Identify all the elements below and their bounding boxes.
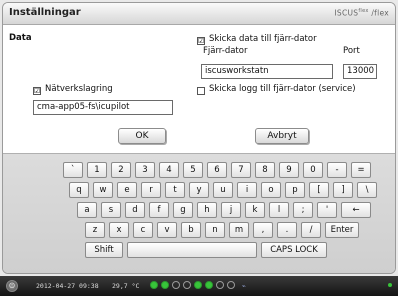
key-row3-7[interactable]: k (245, 202, 265, 218)
key-row1-9[interactable]: 9 (279, 162, 299, 178)
key-row4-7[interactable]: , (253, 222, 273, 238)
datetime-display: 2012-04-27 09:38 (36, 282, 99, 290)
caps-lock-key[interactable]: CAPS LOCK (261, 242, 327, 258)
key-row2-1[interactable]: w (93, 182, 113, 198)
key-row3-2[interactable]: d (125, 202, 145, 218)
ok-button[interactable]: OK (118, 128, 166, 144)
key-row1-1[interactable]: 1 (87, 162, 107, 178)
key-row1-3[interactable]: 3 (135, 162, 155, 178)
key-row1-6[interactable]: 6 (207, 162, 227, 178)
power-icon[interactable]: ⏻ (6, 280, 18, 292)
remote-computer-label: Fjärr-dator (203, 46, 248, 56)
enter-key[interactable]: Enter (325, 222, 359, 238)
status-dot (172, 281, 180, 289)
key-row3-0[interactable]: a (77, 202, 97, 218)
key-row4-2[interactable]: c (133, 222, 153, 238)
keyboard-row-4: z x c v b n m,. / Enter (85, 222, 363, 238)
key-row4-6[interactable]: m (229, 222, 249, 238)
settings-content: Data ☑ Skicka data till fjärr-dator Fjär… (3, 25, 395, 153)
key-row3-9[interactable]: ; (293, 202, 313, 218)
keyboard-row-1: ` 1 2 3 4 5 6 7 8 9 0- = (63, 162, 375, 178)
key-row3-6[interactable]: j (221, 202, 241, 218)
key-row3-4[interactable]: g (173, 202, 193, 218)
keyboard-row-3: a s d f g h j k l; ' ← (77, 202, 375, 218)
brand-logo: ISCUSflex /flex (334, 8, 389, 18)
status-dot (227, 281, 235, 289)
network-storage-label: Nätverkslagring (45, 84, 113, 94)
status-dot (150, 281, 158, 289)
key-row1-0[interactable]: ` (63, 162, 83, 178)
keyboard-row-2: q w e r t y u i o p[] \ (69, 182, 381, 198)
key-row1-4[interactable]: 4 (159, 162, 179, 178)
status-dot (205, 281, 213, 289)
key-row3-1[interactable]: s (101, 202, 121, 218)
key-row2-11[interactable]: ] (333, 182, 353, 198)
backspace-key[interactable]: ← (341, 202, 371, 218)
key-row1-12[interactable]: = (351, 162, 371, 178)
key-row2-5[interactable]: y (189, 182, 209, 198)
keyboard-row-5: Shift CAPS LOCK (85, 242, 331, 258)
key-row1-7[interactable]: 7 (231, 162, 251, 178)
key-row2-6[interactable]: u (213, 182, 233, 198)
key-row1-8[interactable]: 8 (255, 162, 275, 178)
key-row2-7[interactable]: i (237, 182, 257, 198)
remote-computer-input[interactable]: iscusworkstatn (201, 64, 333, 79)
settings-window: Inställningar ISCUSflex /flex Data ☑ Ski… (2, 2, 396, 274)
key-row2-3[interactable]: r (141, 182, 161, 198)
key-row4-0[interactable]: z (85, 222, 105, 238)
key-row2-10[interactable]: [ (309, 182, 329, 198)
key-row1-5[interactable]: 5 (183, 162, 203, 178)
key-row2-4[interactable]: t (165, 182, 185, 198)
cancel-button[interactable]: Avbryt (255, 128, 309, 144)
key-row4-3[interactable]: v (157, 222, 177, 238)
send-to-remote-checkbox[interactable]: ☑ (197, 37, 205, 45)
key-row2-9[interactable]: p (285, 182, 305, 198)
space-key[interactable] (127, 242, 257, 258)
network-icon: ⌁ (242, 282, 246, 290)
send-to-remote-label: Skicka data till fjärr-dator (209, 34, 317, 44)
send-log-label: Skicka logg till fjärr-dator (service) (209, 84, 356, 94)
status-dot (194, 281, 202, 289)
taskbar: ⏻ 2012-04-27 09:38 29,7 °C ⌁ (0, 276, 398, 296)
key-row2-2[interactable]: e (117, 182, 137, 198)
key-row4-5[interactable]: n (205, 222, 225, 238)
status-dot (183, 281, 191, 289)
status-dot (161, 281, 169, 289)
title-bar: Inställningar ISCUSflex /flex (3, 3, 395, 25)
port-label: Port (343, 46, 360, 56)
key-row3-8[interactable]: l (269, 202, 289, 218)
key-row2-12[interactable]: \ (357, 182, 377, 198)
key-row4-8[interactable]: . (277, 222, 297, 238)
key-row1-11[interactable]: - (327, 162, 347, 178)
key-row1-2[interactable]: 2 (111, 162, 131, 178)
key-row2-0[interactable]: q (69, 182, 89, 198)
network-path-input[interactable]: cma-app05-fs\icupilot (33, 100, 173, 115)
window-title: Inställningar (9, 7, 81, 18)
send-log-checkbox[interactable] (197, 87, 205, 95)
network-storage-checkbox[interactable]: ☑ (33, 87, 41, 95)
port-input[interactable]: 13000 (343, 64, 377, 79)
key-row4-4[interactable]: b (181, 222, 201, 238)
key-row4-1[interactable]: x (109, 222, 129, 238)
temperature-display: 29,7 °C (112, 282, 140, 290)
key-row3-10[interactable]: ' (317, 202, 337, 218)
status-dot (216, 281, 224, 289)
key-row4-9[interactable]: / (301, 222, 321, 238)
data-section-title: Data (9, 33, 32, 43)
onscreen-keyboard: ` 1 2 3 4 5 6 7 8 9 0- = q w e r t y u i o p[] \ a s d f g h j k l; ' ←… (3, 153, 395, 273)
status-led-icon (388, 283, 392, 287)
key-row2-8[interactable]: o (261, 182, 281, 198)
shift-key[interactable]: Shift (85, 242, 123, 258)
key-row1-10[interactable]: 0 (303, 162, 323, 178)
key-row3-3[interactable]: f (149, 202, 169, 218)
key-row3-5[interactable]: h (197, 202, 217, 218)
